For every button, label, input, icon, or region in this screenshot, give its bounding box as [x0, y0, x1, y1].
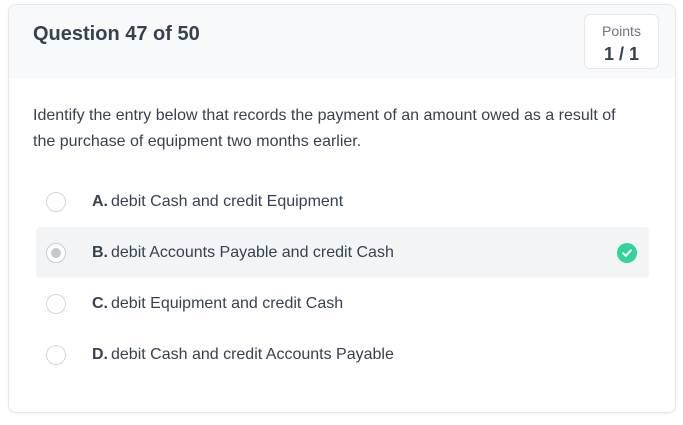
points-box: Points 1 / 1: [584, 14, 659, 69]
option-letter: A.: [92, 192, 108, 210]
option-letter: D.: [92, 345, 108, 363]
option-d[interactable]: D. debit Cash and credit Accounts Payabl…: [36, 329, 649, 380]
option-letter: C.: [92, 294, 108, 312]
radio-button-selected[interactable]: [46, 242, 66, 263]
radio-button[interactable]: [46, 191, 66, 212]
option-text: debit Accounts Payable and credit Cash: [111, 243, 394, 261]
question-prompt: Identify the entry below that records th…: [33, 107, 616, 150]
question-card: Question 47 of 50 Points 1 / 1 Identify …: [8, 4, 676, 413]
radio-button[interactable]: [46, 344, 66, 365]
option-b[interactable]: B. debit Accounts Payable and credit Cas…: [36, 227, 649, 278]
points-value: 1 / 1: [603, 44, 640, 64]
radio-button[interactable]: [46, 293, 66, 314]
option-letter: B.: [92, 243, 108, 261]
option-text: debit Equipment and credit Cash: [111, 294, 344, 312]
option-a[interactable]: A. debit Cash and credit Equipment: [36, 176, 649, 227]
check-circle-icon: [617, 242, 637, 263]
question-title: Question 47 of 50: [33, 23, 200, 45]
points-label: Points: [602, 23, 641, 39]
question-header: Question 47 of 50 Points 1 / 1: [9, 5, 675, 78]
radio-dot: [51, 247, 61, 258]
option-text: debit Cash and credit Accounts Payable: [111, 345, 394, 363]
option-c[interactable]: C. debit Equipment and credit Cash: [36, 278, 649, 329]
answer-options: A. debit Cash and credit Equipment B. de…: [36, 176, 649, 380]
option-text: debit Cash and credit Equipment: [111, 192, 344, 210]
